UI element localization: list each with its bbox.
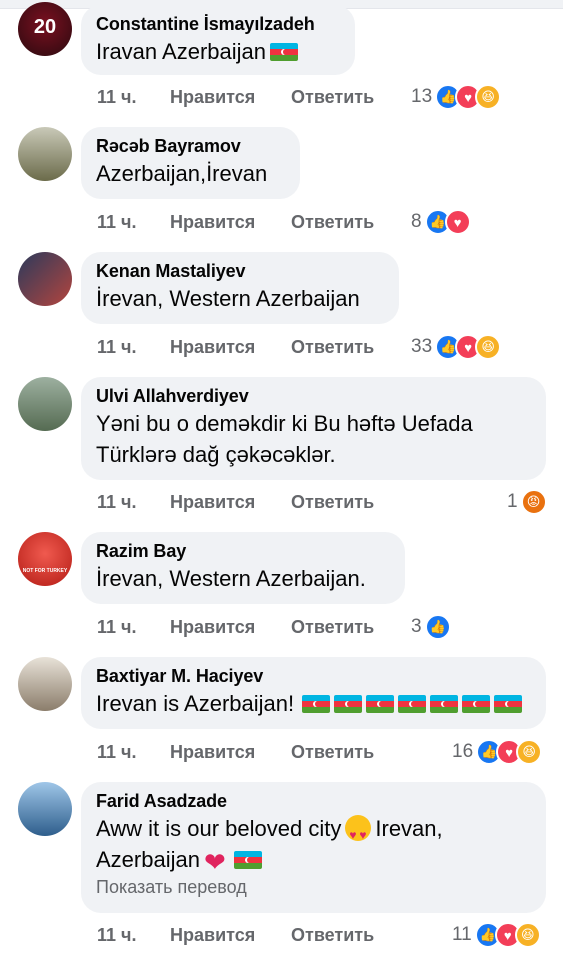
reaction-count: 33: [411, 336, 433, 357]
reaction-count: 16: [452, 741, 474, 762]
avatar[interactable]: [18, 782, 72, 836]
comment-author[interactable]: Rəcəb Bayramov: [96, 135, 285, 157]
comment-text: Iravan Azerbaijan: [96, 36, 340, 67]
like-button[interactable]: Нравится: [170, 925, 291, 946]
avatar[interactable]: 20: [18, 2, 72, 56]
avatar-jersey-number: 20: [33, 16, 57, 38]
comment-text: Azerbaijan,İrevan: [96, 161, 268, 186]
show-translation-link[interactable]: Показать перевод: [96, 876, 531, 898]
haha-reaction-icon: 😆: [516, 739, 543, 765]
comment-bubble: Farid Asadzade Aww it is our beloved cit…: [81, 782, 546, 913]
comment-author[interactable]: Farid Asadzade: [96, 790, 531, 812]
reactions[interactable]: 33 👍 ♥ 😆: [411, 334, 502, 360]
reply-button[interactable]: Ответить: [291, 212, 374, 233]
comment-bubble: Baxtiyar M. Haciyev Irevan is Azerbaijan…: [81, 657, 546, 729]
azerbaijan-flag-icon: [462, 695, 491, 713]
azerbaijan-flag-icon: [494, 695, 523, 713]
azerbaijan-flag-icon: [270, 43, 298, 61]
like-button[interactable]: Нравится: [170, 617, 291, 638]
comment-time[interactable]: 11 ч.: [97, 742, 170, 763]
avatar[interactable]: NOT FOR TURKEY: [18, 532, 72, 586]
reply-button[interactable]: Ответить: [291, 337, 374, 358]
comment-meta: 11 ч. Нравится Ответить: [97, 84, 374, 110]
reply-button[interactable]: Ответить: [291, 492, 374, 513]
like-button[interactable]: Нравится: [170, 87, 291, 108]
reply-button[interactable]: Ответить: [291, 617, 374, 638]
azerbaijan-flag-icon: [334, 695, 363, 713]
comment-text: İrevan, Western Azerbaijan.: [96, 566, 366, 591]
red-heart-emoji-icon: ❤: [203, 847, 226, 877]
flag-row: [298, 691, 523, 716]
like-button[interactable]: Нравится: [170, 492, 291, 513]
comment-time[interactable]: 11 ч.: [97, 212, 170, 233]
comment-meta: 11 ч. Нравится Ответить: [97, 739, 374, 765]
comment-meta: 11 ч. Нравится Ответить: [97, 334, 374, 360]
comment-meta: 11 ч. Нравится Ответить: [97, 614, 374, 640]
comment-bubble: Kenan Mastaliyev İrevan, Western Azerbai…: [81, 252, 399, 324]
azerbaijan-flag-icon: [398, 695, 427, 713]
comment-text-line-2: Azerbaijan ❤: [96, 844, 531, 875]
like-button[interactable]: Нравится: [170, 742, 291, 763]
haha-reaction-icon: 😆: [514, 922, 541, 948]
reply-button[interactable]: Ответить: [291, 925, 374, 946]
reactions[interactable]: 13 👍 ♥ 😆: [411, 84, 502, 110]
azerbaijan-flag-icon: [302, 695, 331, 713]
haha-reaction-icon: 😆: [475, 334, 502, 360]
comment-text-line-2: Türklərə dağ çəkəcəklər.: [96, 442, 336, 467]
comment-text-line-1: Yəni bu o deməkdir ki Bu həftə Uefada: [96, 411, 473, 436]
comment-author[interactable]: Baxtiyar M. Haciyev: [96, 665, 531, 687]
comment-bubble: Rəcəb Bayramov Azerbaijan,İrevan: [81, 127, 300, 199]
comment-author[interactable]: Kenan Mastaliyev: [96, 260, 384, 282]
comment-meta: 11 ч. Нравится Ответить: [97, 489, 374, 515]
reactions[interactable]: 3 👍: [411, 614, 451, 640]
reactions[interactable]: 1 😡: [507, 489, 547, 515]
azerbaijan-flag-icon: [430, 695, 459, 713]
reaction-count: 13: [411, 86, 433, 107]
comment-text: İrevan, Western Azerbaijan: [96, 286, 360, 311]
reactions[interactable]: 16 👍 ♥ 😆: [452, 739, 543, 765]
avatar[interactable]: [18, 377, 72, 431]
azerbaijan-flag-icon: [366, 695, 395, 713]
reaction-count: 11: [452, 924, 472, 945]
comment-time[interactable]: 11 ч.: [97, 492, 170, 513]
like-button[interactable]: Нравится: [170, 337, 291, 358]
like-reaction-icon: 👍: [424, 614, 451, 640]
reaction-count: 3: [411, 616, 422, 637]
avatar[interactable]: [18, 127, 72, 181]
haha-reaction-icon: 😆: [475, 84, 502, 110]
comment-time[interactable]: 11 ч.: [97, 617, 170, 638]
like-button[interactable]: Нравится: [170, 212, 291, 233]
reply-button[interactable]: Ответить: [291, 742, 374, 763]
avatar-caption: NOT FOR TURKEY: [22, 568, 68, 574]
comment-meta: 11 ч. Нравится Ответить: [97, 922, 374, 948]
reaction-count: 8: [411, 211, 422, 232]
reactions[interactable]: 8 👍 ♥: [411, 209, 471, 235]
comment-meta: 11 ч. Нравится Ответить: [97, 209, 374, 235]
reactions[interactable]: 11 👍 ♥ 😆: [452, 922, 541, 948]
comment-bubble: Razim Bay İrevan, Western Azerbaijan.: [81, 532, 405, 604]
comment-author[interactable]: Ulvi Allahverdiyev: [96, 385, 531, 407]
comment-author[interactable]: Constantine İsmayılzadeh: [96, 13, 340, 35]
comment-time[interactable]: 11 ч.: [97, 925, 170, 946]
avatar[interactable]: [18, 252, 72, 306]
angry-reaction-icon: 😡: [520, 489, 547, 515]
comment-time[interactable]: 11 ч.: [97, 337, 170, 358]
reaction-count: 1: [507, 491, 518, 512]
heart-eyes-emoji-icon: ♥ ♥: [345, 815, 372, 842]
comment-text-line-1: Aww it is our beloved city ♥ ♥ Irevan,: [96, 815, 443, 842]
comment-text: Irevan is Azerbaijan!: [96, 688, 531, 719]
love-reaction-icon: ♥: [444, 209, 471, 235]
comment-time[interactable]: 11 ч.: [97, 87, 170, 108]
avatar[interactable]: [18, 657, 72, 711]
azerbaijan-flag-icon: [233, 851, 262, 869]
reply-button[interactable]: Ответить: [291, 87, 374, 108]
comment-bubble: Ulvi Allahverdiyev Yəni bu o deməkdir ki…: [81, 377, 546, 480]
comment-author[interactable]: Razim Bay: [96, 540, 390, 562]
comment-bubble: Constantine İsmayılzadeh Iravan Azerbaij…: [81, 5, 355, 75]
